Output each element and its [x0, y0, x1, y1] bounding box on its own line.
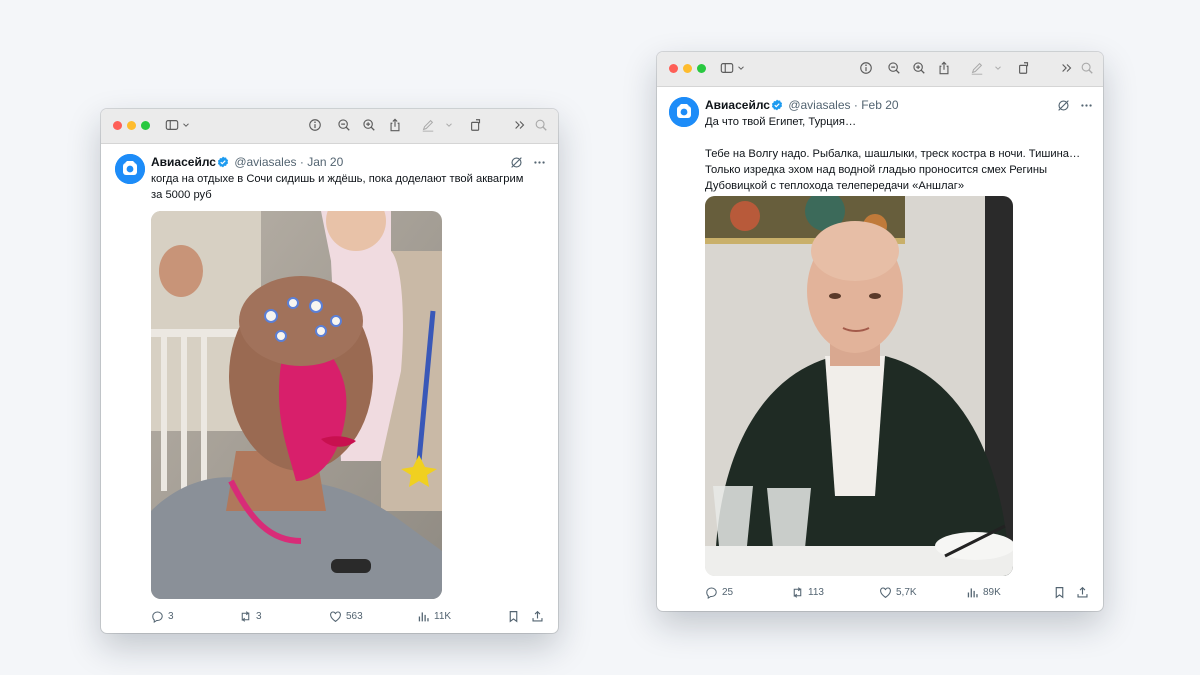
sidebar-icon[interactable]	[720, 61, 734, 75]
author-name[interactable]: Авиасейлс	[705, 98, 770, 112]
share-icon[interactable]	[388, 118, 402, 132]
rotate-icon[interactable]	[469, 118, 483, 132]
like-count: 563	[346, 611, 363, 622]
tweet-header-actions	[1057, 97, 1093, 115]
sidebar-icon[interactable]	[165, 118, 179, 132]
avatar[interactable]	[669, 97, 699, 127]
bookmark-button[interactable]	[507, 610, 520, 623]
more-tools-icon[interactable]	[1060, 61, 1074, 75]
tweet-text: Да что твой Египет, Турция… Тебе на Волг…	[705, 116, 1081, 192]
search-icon[interactable]	[534, 118, 548, 132]
repost-button[interactable]: 113	[791, 586, 824, 599]
minimize-window-button[interactable]	[127, 121, 136, 130]
reply-button[interactable]: 3	[151, 610, 174, 623]
chevron-down-icon[interactable]	[993, 61, 1003, 75]
markup-icon[interactable]	[421, 118, 435, 132]
view-count: 89K	[983, 587, 1001, 598]
reply-icon	[151, 610, 164, 623]
minimize-window-button[interactable]	[683, 64, 692, 73]
views-button[interactable]: 11K	[417, 610, 451, 623]
view-count: 11K	[434, 611, 452, 622]
repost-button[interactable]: 3	[239, 610, 262, 623]
share-post-button[interactable]	[1076, 586, 1089, 599]
author-handle[interactable]: @aviasales	[234, 155, 296, 169]
like-button[interactable]: 563	[329, 610, 363, 623]
repost-icon	[239, 610, 252, 623]
zoom-window-button[interactable]	[141, 121, 150, 130]
markup-icon[interactable]	[970, 61, 984, 75]
separator: ·	[299, 155, 304, 169]
reply-icon	[705, 586, 718, 599]
grok-icon[interactable]	[510, 156, 523, 169]
author-handle[interactable]: @aviasales	[788, 98, 850, 112]
views-icon	[417, 610, 430, 623]
tweet-photo[interactable]	[151, 211, 442, 599]
search-icon[interactable]	[1080, 61, 1094, 75]
zoom-in-icon[interactable]	[362, 118, 376, 132]
bookmark-icon	[507, 610, 520, 623]
share-icon[interactable]	[937, 61, 951, 75]
verified-badge-icon	[771, 99, 783, 111]
more-tools-icon[interactable]	[513, 118, 527, 132]
separator: ·	[853, 98, 858, 112]
grok-icon[interactable]	[1057, 99, 1070, 112]
tweet-text: когда на отдыхе в Сочи сидишь и ждёшь, п…	[151, 173, 524, 201]
zoom-window-button[interactable]	[697, 64, 706, 73]
rotate-icon[interactable]	[1017, 61, 1031, 75]
info-icon[interactable]	[308, 118, 322, 132]
bookmark-button[interactable]	[1053, 586, 1066, 599]
reply-count: 3	[168, 611, 174, 622]
views-button[interactable]: 89K	[966, 586, 1001, 599]
reply-button[interactable]: 25	[705, 586, 733, 599]
like-button[interactable]: 5,7K	[879, 586, 917, 599]
repost-count: 3	[256, 611, 262, 622]
window-toolbar	[657, 52, 1103, 87]
tweet-header: Авиасейлс @aviasales · Feb 20	[705, 98, 899, 112]
author-name[interactable]: Авиасейлс	[151, 155, 216, 169]
share-post-icon	[531, 610, 544, 623]
tweet-date[interactable]: Jan 20	[307, 155, 343, 169]
close-window-button[interactable]	[113, 121, 122, 130]
like-icon	[879, 586, 892, 599]
zoom-out-icon[interactable]	[337, 118, 351, 132]
tweet-header-actions	[510, 154, 546, 172]
tweet-date[interactable]: Feb 20	[861, 98, 898, 112]
avatar[interactable]	[115, 154, 145, 184]
verified-badge-icon	[217, 156, 229, 168]
viewer-window-left: Авиасейлс @aviasales · Jan 20 когда на о…	[101, 109, 558, 633]
close-window-button[interactable]	[669, 64, 678, 73]
window-toolbar	[101, 109, 558, 144]
tweet-photo[interactable]	[705, 196, 1013, 576]
like-count: 5,7K	[896, 587, 917, 598]
chevron-down-icon[interactable]	[736, 61, 746, 75]
share-post-icon	[1076, 586, 1089, 599]
chevron-down-icon[interactable]	[181, 118, 191, 132]
zoom-out-icon[interactable]	[887, 61, 901, 75]
chevron-down-icon[interactable]	[444, 118, 454, 132]
views-icon	[966, 586, 979, 599]
reply-count: 25	[722, 587, 734, 598]
tweet-header: Авиасейлс @aviasales · Jan 20	[151, 155, 343, 169]
share-post-button[interactable]	[531, 610, 544, 623]
repost-count: 113	[808, 587, 824, 598]
more-icon[interactable]	[533, 156, 546, 169]
info-icon[interactable]	[859, 61, 873, 75]
more-icon[interactable]	[1080, 99, 1093, 112]
zoom-in-icon[interactable]	[912, 61, 926, 75]
bookmark-icon	[1053, 586, 1066, 599]
repost-icon	[791, 586, 804, 599]
viewer-window-right: Авиасейлс @aviasales · Feb 20 Да что тво…	[657, 52, 1103, 611]
like-icon	[329, 610, 342, 623]
